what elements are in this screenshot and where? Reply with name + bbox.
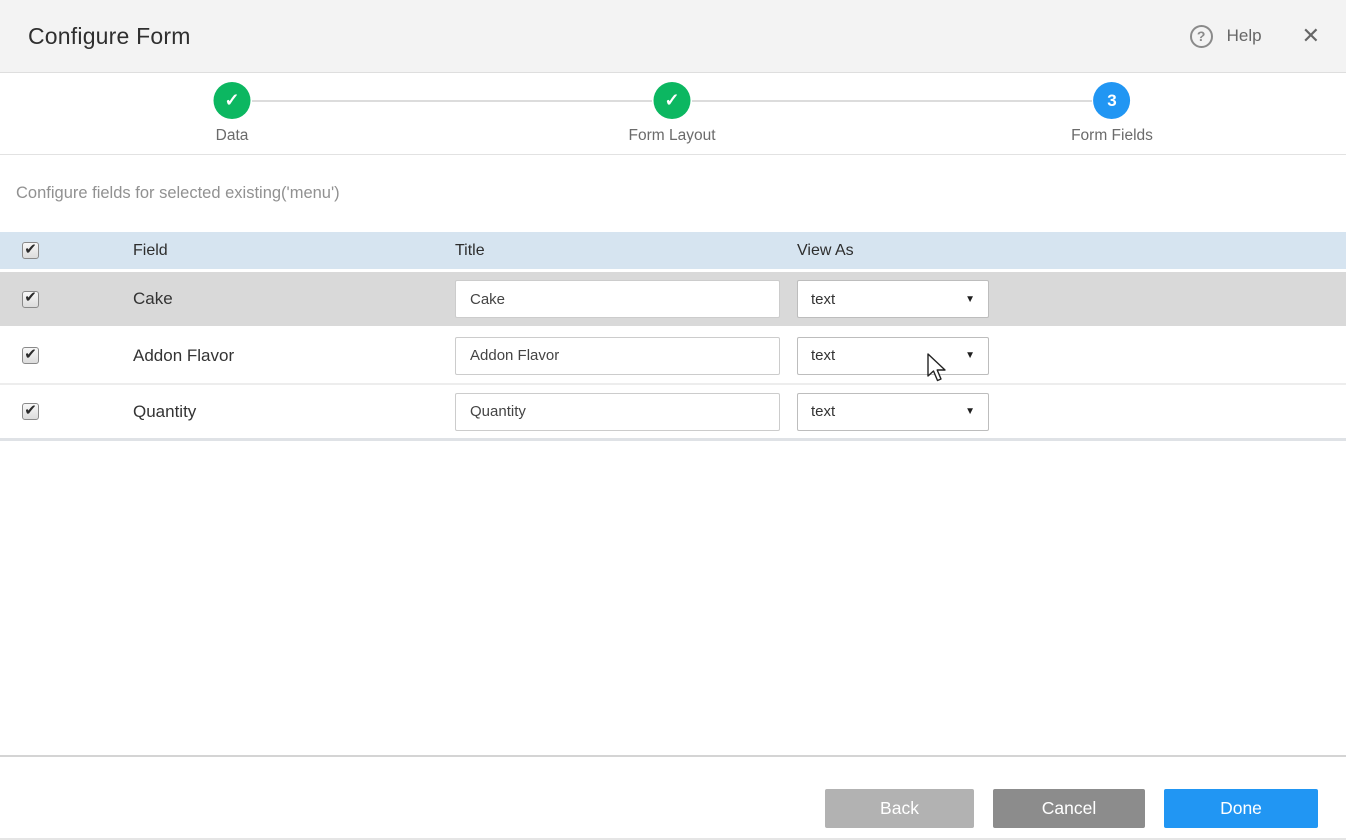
- step-number-badge: 3: [1093, 82, 1130, 119]
- field-name: Quantity: [133, 402, 455, 422]
- chevron-down-icon: ▼: [965, 406, 975, 417]
- view-as-value: text: [811, 403, 835, 420]
- table-header: ✔ Field Title View As: [0, 232, 1346, 269]
- page-title: Configure Form: [28, 23, 191, 50]
- step-form-layout[interactable]: ✓ Form Layout: [628, 73, 715, 145]
- done-button[interactable]: Done: [1164, 789, 1318, 828]
- column-header-title: Title: [455, 242, 797, 260]
- table-row: ✔ Cake text ▼: [0, 272, 1346, 326]
- table-row: ✔ Addon Flavor text ▼: [0, 328, 1346, 385]
- field-name: Addon Flavor: [133, 346, 455, 366]
- cancel-button[interactable]: Cancel: [993, 789, 1145, 828]
- stepper-connector: [252, 100, 652, 102]
- subtitle-bar: Configure fields for selected existing('…: [0, 155, 1346, 232]
- chevron-down-icon: ▼: [965, 294, 975, 305]
- close-icon[interactable]: ✕: [1302, 25, 1320, 47]
- title-input[interactable]: [455, 393, 780, 431]
- step-complete-icon: ✓: [653, 82, 690, 119]
- back-button[interactable]: Back: [825, 789, 974, 828]
- step-complete-icon: ✓: [214, 82, 251, 119]
- step-form-fields[interactable]: 3 Form Fields: [1071, 73, 1153, 145]
- column-header-view-as: View As: [797, 242, 1346, 260]
- title-input[interactable]: [455, 337, 780, 375]
- chevron-down-icon: ▼: [965, 350, 975, 361]
- configure-fields-subtitle: Configure fields for selected existing('…: [16, 184, 340, 202]
- stepper-connector: [692, 100, 1092, 102]
- row-checkbox[interactable]: ✔: [22, 291, 39, 308]
- help-button[interactable]: Help: [1227, 26, 1262, 46]
- view-as-select[interactable]: text ▼: [797, 393, 989, 431]
- view-as-value: text: [811, 347, 835, 364]
- field-name: Cake: [133, 289, 455, 309]
- stepper: ✓ Data ✓ Form Layout 3 Form Fields: [0, 73, 1346, 155]
- view-as-value: text: [811, 291, 835, 308]
- row-checkbox[interactable]: ✔: [22, 403, 39, 420]
- content-empty-area: [0, 441, 1346, 751]
- step-data[interactable]: ✓ Data: [214, 73, 251, 145]
- row-checkbox[interactable]: ✔: [22, 347, 39, 364]
- column-header-field: Field: [133, 242, 455, 260]
- footer-actions: Back Cancel Done: [0, 755, 1346, 840]
- step-label: Form Fields: [1071, 127, 1153, 145]
- dialog-titlebar: Configure Form ? Help ✕: [0, 0, 1346, 73]
- title-input[interactable]: [455, 280, 780, 318]
- step-label: Form Layout: [628, 127, 715, 145]
- view-as-select[interactable]: text ▼: [797, 280, 989, 318]
- help-icon[interactable]: ?: [1190, 25, 1213, 48]
- select-all-checkbox[interactable]: ✔: [22, 242, 39, 259]
- view-as-select[interactable]: text ▼: [797, 337, 989, 375]
- step-label: Data: [214, 127, 251, 145]
- table-row: ✔ Quantity text ▼: [0, 385, 1346, 441]
